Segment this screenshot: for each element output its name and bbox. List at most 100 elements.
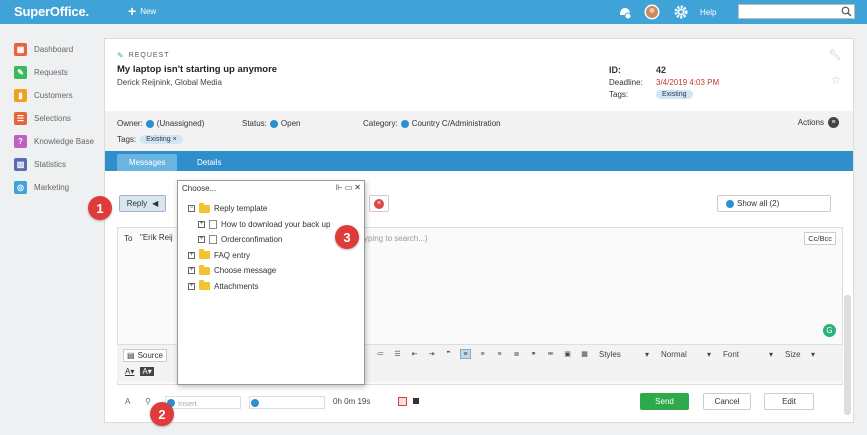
dialog-header: Choose... ⊩ ▭ ✕ <box>178 181 364 195</box>
source-button[interactable]: ▤ Source <box>123 349 167 362</box>
outdent-icon[interactable]: ⇤ <box>409 349 420 359</box>
menu-icon: ≡ <box>828 117 839 128</box>
callout-badge-1: 1 <box>88 196 112 220</box>
reply-button[interactable]: Reply ◀ <box>119 195 166 212</box>
chevron-down-icon: ▾ <box>706 349 711 359</box>
size-dropdown[interactable]: Size ▾ <box>782 350 818 359</box>
request-type-label: REQUEST <box>128 52 170 59</box>
align-left-icon[interactable]: ≡ <box>460 349 471 359</box>
calendar-icon[interactable] <box>398 397 407 406</box>
sidebar-item-statistics[interactable]: ▥ Statistics <box>14 153 104 176</box>
sidebar-item-label: Selections <box>34 114 71 123</box>
attachment-icon[interactable]: ⚲ <box>145 397 151 406</box>
remove-button[interactable]: × <box>369 195 389 212</box>
cancel-button[interactable]: Cancel <box>703 393 751 410</box>
gear-icon[interactable] <box>673 4 689 20</box>
show-all-button[interactable]: Show all (2) <box>717 195 831 212</box>
owner-value: (Unassigned) <box>156 119 205 128</box>
sidebar-item-customers[interactable]: ▮ Customers <box>14 84 104 107</box>
choose-dialog: Choose... ⊩ ▭ ✕ − Reply template + How t… <box>177 180 365 385</box>
scrollbar[interactable] <box>844 295 851 415</box>
quote-icon[interactable]: ❞ <box>443 349 454 359</box>
expand-icon[interactable]: + <box>188 267 195 275</box>
deadline-label: Deadline: <box>609 77 643 87</box>
link-icon[interactable]: ⚭ <box>528 349 539 359</box>
avatar[interactable] <box>644 4 660 20</box>
star-icon[interactable]: ☆ <box>830 73 841 87</box>
new-button[interactable]: + New <box>128 3 156 19</box>
format-label: Normal <box>661 349 687 359</box>
expand-icon[interactable]: + <box>188 282 195 290</box>
actions-menu[interactable]: Actions ≡ <box>798 117 839 128</box>
tree-node[interactable]: − Reply template <box>188 201 330 217</box>
image-icon[interactable]: ▣ <box>562 349 573 359</box>
indent-icon[interactable]: ⇥ <box>426 349 437 359</box>
align-center-icon[interactable]: ≡ <box>477 349 488 359</box>
close-icon[interactable]: ✕ <box>354 183 361 192</box>
expand-icon[interactable]: + <box>198 220 205 228</box>
unlink-icon[interactable]: ⚮ <box>545 349 556 359</box>
wrench-icon[interactable]: 🔧︎ <box>828 50 841 61</box>
time-spent[interactable]: 0h 0m 19s <box>333 397 370 406</box>
tree-icon[interactable]: ⊩ <box>336 183 343 192</box>
tree-node[interactable]: + FAQ entry <box>188 248 330 264</box>
sidebar-item-requests[interactable]: ✎ Requests <box>14 61 104 84</box>
folder-icon <box>199 280 210 291</box>
grammar-icon[interactable]: G <box>823 324 836 337</box>
format-dropdown[interactable]: Normal ▾ <box>658 350 714 359</box>
to-search-hint[interactable]: yping to search...) <box>364 234 428 243</box>
bullet-list-icon[interactable]: ☰ <box>392 349 403 359</box>
styles-dropdown[interactable]: Styles ▾ <box>596 350 652 359</box>
compose-footer: A ⚲ Insert 0h 0m 19s Send Cancel Edit <box>117 391 843 415</box>
category-field[interactable]: Category: Country C/Administration <box>363 119 501 128</box>
owner-field[interactable]: Owner: (Unassigned) <box>117 119 204 128</box>
expand-icon[interactable]: + <box>198 236 205 244</box>
table-icon[interactable]: ▦ <box>579 349 590 359</box>
secondary-dropdown[interactable] <box>249 396 325 409</box>
text-color-icon[interactable]: A▾ <box>125 367 134 376</box>
stop-timer-icon[interactable] <box>413 398 419 404</box>
justify-icon[interactable]: ≣ <box>511 349 522 359</box>
collapse-icon[interactable]: − <box>188 205 195 213</box>
chevron-down-icon: ▾ <box>768 349 773 359</box>
help-link[interactable]: Help <box>700 8 716 17</box>
numbered-list-icon[interactable]: ≔ <box>375 349 386 359</box>
request-icon: ✎ <box>117 51 125 60</box>
font-dropdown[interactable]: Font ▾ <box>720 350 776 359</box>
tree-node[interactable]: + Orderconfimation <box>188 232 330 248</box>
tree-node[interactable]: + Choose message <box>188 263 330 279</box>
plus-icon: + <box>128 3 137 19</box>
folder-icon <box>199 202 210 213</box>
expand-icon[interactable]: + <box>188 251 195 259</box>
tree-node[interactable]: + Attachments <box>188 279 330 295</box>
tab-details[interactable]: Details <box>185 154 233 171</box>
request-info-band: Owner: (Unassigned) Status: Open Categor… <box>105 111 853 151</box>
source-icon: ▤ <box>127 351 135 360</box>
maximize-icon[interactable]: ▭ <box>345 183 353 192</box>
align-right-icon[interactable]: ≡ <box>494 349 505 359</box>
to-recipient[interactable]: "Erik Reij <box>140 233 173 242</box>
tag-chip[interactable]: Existing × <box>140 135 183 144</box>
logo: SuperOffice. <box>14 4 89 19</box>
ccbcc-button[interactable]: Cc/Bcc <box>804 232 836 245</box>
tab-messages[interactable]: Messages <box>117 154 178 171</box>
sidebar-item-dashboard[interactable]: ▦ Dashboard <box>14 38 104 61</box>
sidebar: ▦ Dashboard ✎ Requests ▮ Customers ☰ Sel… <box>14 38 104 199</box>
insert-input[interactable]: Insert <box>165 396 241 409</box>
search-input[interactable] <box>738 4 855 19</box>
sidebar-item-selections[interactable]: ☰ Selections <box>14 107 104 130</box>
styles-label: Styles <box>599 349 621 359</box>
search-icon <box>841 6 852 17</box>
tags-row: Tags: Existing × <box>117 135 183 144</box>
edit-button[interactable]: Edit <box>764 393 814 410</box>
actions-label: Actions <box>797 118 824 127</box>
tree-node[interactable]: + How to download your back up <box>188 217 330 233</box>
sidebar-item-knowledge-base[interactable]: ? Knowledge Base <box>14 130 104 153</box>
background-color-icon[interactable]: A▾ <box>140 367 154 376</box>
notifications-icon[interactable] <box>617 4 633 20</box>
request-contact[interactable]: Derick Reijnink, Global Media <box>117 78 222 87</box>
font-style-icon[interactable]: A <box>125 397 130 406</box>
send-button[interactable]: Send <box>640 393 689 410</box>
sidebar-item-marketing[interactable]: ◎ Marketing <box>14 176 104 199</box>
status-field[interactable]: Status: Open <box>242 119 300 128</box>
